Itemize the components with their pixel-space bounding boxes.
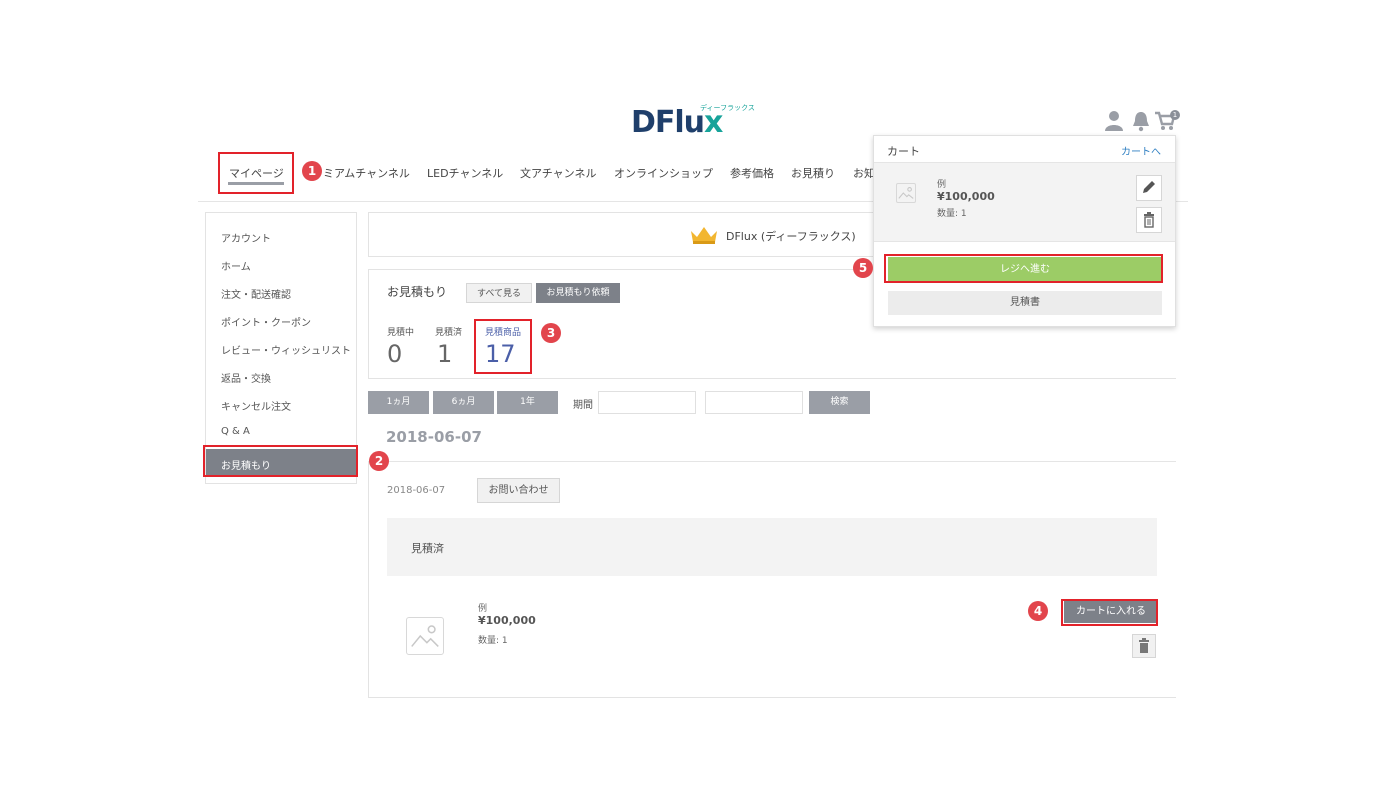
nav-item-quote[interactable]: お見積り bbox=[791, 165, 835, 181]
annotation-box-mypage bbox=[218, 152, 294, 194]
filter-1-year-button[interactable]: 1年 bbox=[497, 391, 558, 414]
annotation-badge-2: 2 bbox=[369, 451, 389, 471]
stat-value-in-progress[interactable]: 0 bbox=[387, 340, 402, 368]
pencil-icon bbox=[1143, 181, 1155, 193]
sidebar-item-returns[interactable]: 返品・交換 bbox=[221, 370, 271, 385]
annotation-badge-1: 1 bbox=[302, 161, 322, 181]
mypage-sidebar: アカウント ホーム 注文・配送確認 ポイント・クーポン レビュー・ウィッシュリス… bbox=[205, 212, 357, 484]
annotation-box-quote-menu bbox=[203, 445, 358, 477]
contact-button[interactable]: お問い合わせ bbox=[477, 478, 560, 503]
cart-dropdown-item: 例 ¥100,000 数量: 1 bbox=[874, 162, 1175, 242]
annotation-badge-5: 5 bbox=[853, 258, 873, 278]
annotation-box-quote-items bbox=[474, 319, 532, 374]
tab-quote-request[interactable]: お見積もり依頼 bbox=[536, 283, 620, 303]
order-date: 2018-06-07 bbox=[387, 485, 446, 496]
bell-icon[interactable] bbox=[1131, 110, 1151, 132]
cart-item-price: ¥100,000 bbox=[937, 190, 995, 203]
annotation-badge-4: 4 bbox=[1028, 601, 1048, 621]
nav-item-notice[interactable]: お知 bbox=[853, 165, 875, 181]
trash-icon bbox=[1139, 638, 1149, 653]
quote-title: お見積もり bbox=[387, 285, 448, 299]
sidebar-item-reviews[interactable]: レビュー・ウィッシュリスト bbox=[221, 342, 351, 357]
search-button[interactable]: 検索 bbox=[809, 391, 870, 414]
stat-value-quoted[interactable]: 1 bbox=[437, 340, 452, 368]
product-price: ¥100,000 bbox=[478, 614, 536, 627]
product-name[interactable]: 例 bbox=[478, 601, 487, 614]
dflux-logo[interactable]: DFlux ディーフラックス bbox=[631, 103, 755, 138]
order-status-box: 見積済 bbox=[387, 518, 1157, 576]
stat-label-in-progress: 見積中 bbox=[387, 328, 415, 338]
user-icon[interactable] bbox=[1104, 110, 1124, 132]
annotation-badge-3: 3 bbox=[541, 323, 561, 343]
filter-1-month-button[interactable]: 1ヵ月 bbox=[368, 391, 429, 414]
member-name: DFlux (ディーフラックス) bbox=[726, 230, 856, 243]
nav-item-online-shop[interactable]: オンラインショップ bbox=[614, 165, 713, 181]
sidebar-item-home[interactable]: ホーム bbox=[221, 258, 251, 273]
filter-6-month-button[interactable]: 6ヵ月 bbox=[433, 391, 494, 414]
crown-icon bbox=[691, 227, 717, 244]
sidebar-item-cancel[interactable]: キャンセル注文 bbox=[221, 398, 291, 413]
annotation-box-checkout bbox=[884, 254, 1163, 283]
tab-view-all[interactable]: すべて見る bbox=[466, 283, 532, 303]
cart-dropdown: カート カートへ 例 ¥100,000 数量: 1 レジへ進む 見積書 bbox=[873, 135, 1176, 327]
period-to-input[interactable] bbox=[705, 391, 803, 414]
order-date-heading: 2018-06-07 bbox=[386, 428, 482, 446]
trash-icon bbox=[1144, 212, 1154, 228]
global-nav: マイページ ミアムチャンネル LEDチャンネル 文アチャンネル オンラインショッ… bbox=[0, 163, 1387, 185]
order-panel: 2018-06-07 お問い合わせ 見積済 例 ¥100,000 数量: 1 カ… bbox=[368, 462, 1176, 698]
delete-cart-item-button[interactable] bbox=[1136, 207, 1162, 233]
nav-item-premium-channel[interactable]: ミアムチャンネル bbox=[323, 165, 410, 181]
product-image-placeholder-icon[interactable] bbox=[406, 617, 444, 655]
order-status-label: 見積済 bbox=[411, 542, 444, 555]
cart-dropdown-title: カート bbox=[887, 145, 920, 158]
go-to-cart-link[interactable]: カートへ bbox=[1121, 143, 1161, 158]
edit-cart-item-button[interactable] bbox=[1136, 175, 1162, 201]
nav-item-reference-price[interactable]: 参考価格 bbox=[730, 165, 774, 181]
sidebar-item-orders[interactable]: 注文・配送確認 bbox=[221, 286, 291, 301]
delete-item-button[interactable] bbox=[1132, 634, 1156, 658]
nav-item-led-channel[interactable]: LEDチャンネル bbox=[427, 165, 503, 181]
member-panel: DFlux (ディーフラックス) bbox=[368, 212, 888, 257]
annotation-box-add-to-cart bbox=[1061, 599, 1158, 626]
logo-subtitle: ディーフラックス bbox=[700, 104, 755, 112]
nav-item-art-channel[interactable]: 文アチャンネル bbox=[520, 165, 596, 181]
period-from-input[interactable] bbox=[598, 391, 696, 414]
cart-item-image-placeholder-icon bbox=[896, 183, 916, 203]
period-label: 期間 bbox=[573, 400, 593, 411]
sidebar-item-qa[interactable]: Q & A bbox=[221, 426, 250, 437]
cart-item-name: 例 bbox=[937, 180, 947, 190]
cart-count-badge: 1 bbox=[1170, 110, 1180, 120]
product-qty: 数量: 1 bbox=[478, 636, 508, 646]
sidebar-item-points[interactable]: ポイント・クーポン bbox=[221, 314, 311, 329]
stat-label-quoted: 見積済 bbox=[435, 328, 463, 338]
sidebar-item-account[interactable]: アカウント bbox=[221, 230, 271, 245]
cart-item-qty: 数量: 1 bbox=[937, 209, 967, 219]
quotation-button[interactable]: 見積書 bbox=[888, 291, 1162, 315]
